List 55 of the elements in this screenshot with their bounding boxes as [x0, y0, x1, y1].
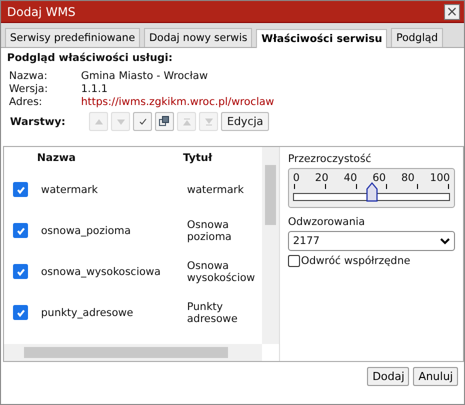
table-cell-text: watermark	[40, 184, 99, 196]
check-icon	[138, 116, 148, 126]
tick-label: 40	[344, 172, 358, 184]
horizontal-scrollbar[interactable]	[4, 344, 262, 361]
window-title: Dodaj WMS	[7, 4, 76, 18]
layers-label: Warstwy:	[9, 116, 66, 128]
dialog-button[interactable]: Anuluj	[413, 367, 458, 386]
tick-label: 80	[401, 172, 415, 184]
property-label: Adres:	[9, 96, 44, 108]
layer-checkbox[interactable]	[13, 182, 28, 197]
tick-label: 100	[430, 172, 450, 184]
copy-button[interactable]	[155, 112, 174, 131]
table-cell-text: osnowa_pozioma	[40, 224, 132, 236]
chevron-down-icon	[440, 237, 450, 245]
copy-icon	[159, 116, 170, 127]
opacity-slider[interactable]: 0 20 40 60 80 100	[288, 168, 455, 208]
invert-label: Odwróć współrzędne	[301, 255, 410, 267]
layer-checkbox[interactable]	[13, 223, 28, 238]
section-heading: Podgląd właściwości usługi:	[7, 52, 174, 64]
invert-checkbox[interactable]	[288, 255, 300, 267]
arrow-top-icon	[182, 116, 192, 126]
layer-checkbox[interactable]	[13, 305, 28, 320]
tick-label: 0	[293, 172, 300, 184]
vertical-scrollbar[interactable]	[262, 147, 279, 344]
column-header: Nazwa	[37, 152, 77, 164]
close-button[interactable]: ×	[444, 4, 460, 20]
tab[interactable]: Serwisy predefiniowane	[5, 28, 140, 47]
address-link[interactable]: https://iwms.zgkikm.wroc.pl/wroclaw	[81, 96, 274, 108]
edit-button[interactable]: Edycja	[221, 112, 270, 131]
column-header: Tytuł	[183, 152, 214, 164]
table-cell-text: Osnowa wysokościow	[187, 260, 256, 284]
arrow-bottom-icon	[204, 116, 214, 126]
tab[interactable]: Podgląd	[391, 28, 443, 47]
tab[interactable]: Właściwości serwisu	[256, 29, 388, 48]
property-value: 1.1.1	[81, 83, 109, 95]
property-label: Wersja:	[9, 83, 49, 95]
table-cell-text: watermark	[187, 184, 245, 196]
layer-checkbox[interactable]	[13, 264, 28, 279]
table-cell-text: punkty_adresowe	[40, 306, 134, 318]
property-value: Gmina Miasto - Wrocław	[81, 70, 209, 82]
tick-label: 20	[315, 172, 328, 184]
tick-label: 60	[372, 172, 386, 184]
table-cell-text: osnowa_wysokosciowa	[40, 266, 162, 278]
tab[interactable]: Dodaj nowy serwis	[144, 28, 252, 47]
arrow-down-icon	[116, 116, 126, 126]
table-cell-text: Osnowa pozioma	[187, 218, 233, 242]
opacity-label: Przezroczystość	[288, 153, 372, 165]
arrow-up-icon	[94, 116, 104, 126]
check-button[interactable]	[133, 112, 152, 131]
table-cell-text: Punkty adresowe	[187, 300, 239, 324]
property-label: Nazwa:	[9, 70, 48, 82]
projection-dropdown[interactable]: 2177	[288, 231, 455, 251]
projection-label: Odwzorowania	[288, 216, 366, 228]
dialog-button[interactable]: Dodaj	[367, 367, 410, 386]
slider-thumb[interactable]	[366, 182, 378, 202]
